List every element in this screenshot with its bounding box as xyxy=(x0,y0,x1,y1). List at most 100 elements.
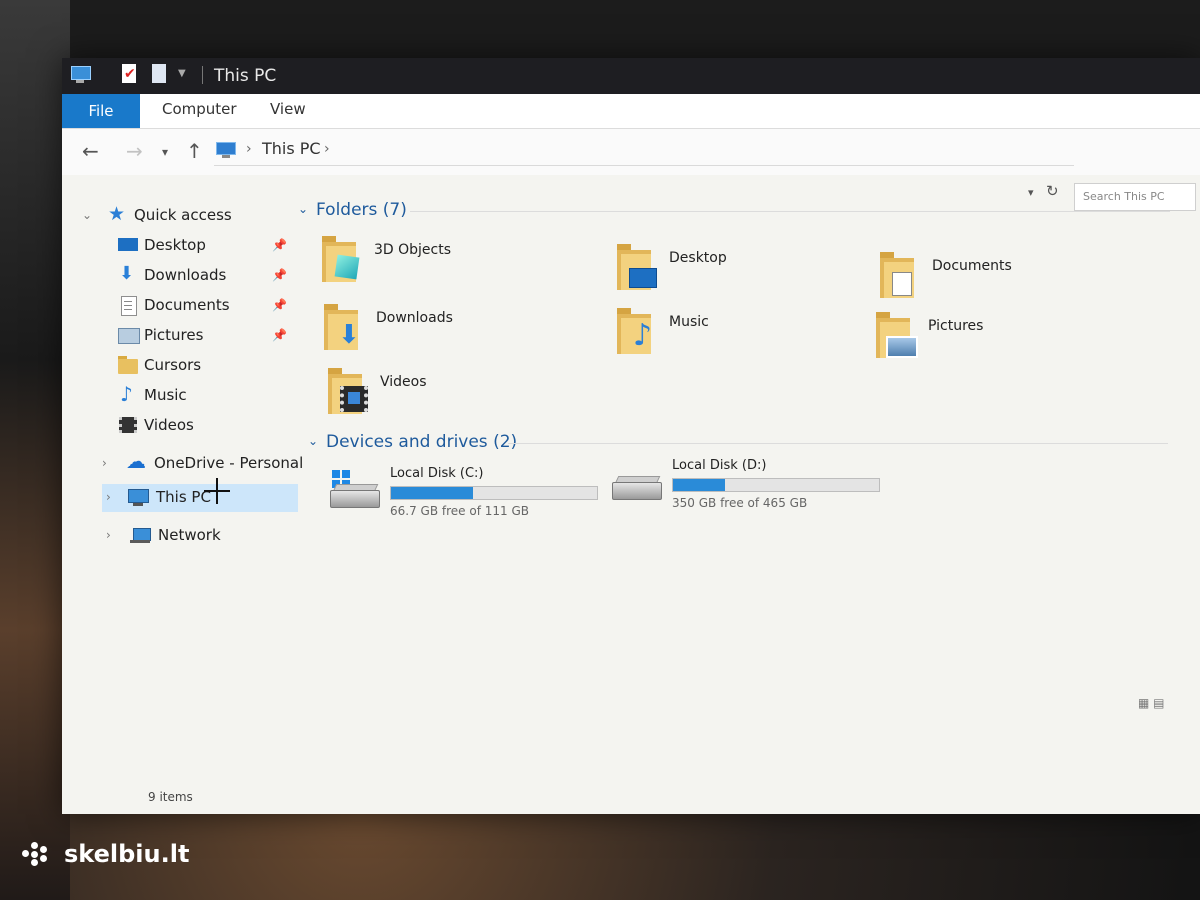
watermark-logo-icon xyxy=(22,842,56,866)
sidebar-item-label: Downloads xyxy=(144,266,227,284)
drive-tile-c[interactable]: Local Disk (C:) 66.7 GB free of 111 GB xyxy=(330,466,600,526)
content-pane: ⌄ Folders (7) 3D Objects Desktop Documen… xyxy=(292,188,1192,788)
drive-free-space: 66.7 GB free of 111 GB xyxy=(390,504,529,518)
drives-group-header[interactable]: ⌄ Devices and drives (2) xyxy=(308,432,1188,456)
videos-folder-icon xyxy=(328,366,368,416)
folder-tile-music[interactable]: ♪ Music xyxy=(617,306,857,366)
sidebar-item-label: Music xyxy=(144,386,187,404)
sidebar-item-music[interactable]: Music xyxy=(102,382,302,410)
folders-group-header[interactable]: ⌄ Folders (7) xyxy=(298,200,1178,224)
network-icon xyxy=(130,526,151,544)
music-icon xyxy=(118,382,138,406)
sidebar-item-label: Cursors xyxy=(144,356,202,374)
watermark-text: skelbiu.lt xyxy=(64,840,190,868)
sidebar-item-label: OneDrive - Personal xyxy=(154,454,304,472)
sidebar-item-this-pc[interactable]: › This PC xyxy=(102,484,298,512)
folder-label: Documents xyxy=(932,258,1012,274)
item-count: 9 items xyxy=(148,790,193,804)
sidebar-item-label: Documents xyxy=(144,296,230,314)
sidebar-item-desktop[interactable]: Desktop 📌 xyxy=(102,232,302,260)
desktop-folder-icon xyxy=(617,242,657,292)
videos-icon xyxy=(118,416,138,434)
folder-tile-documents[interactable]: Documents xyxy=(880,250,1120,310)
pin-icon[interactable]: 📌 xyxy=(272,268,287,282)
drive-name: Local Disk (C:) xyxy=(390,466,484,481)
folder-label: 3D Objects xyxy=(374,242,452,258)
title-separator xyxy=(202,66,203,84)
file-explorer-window: ✔ ▼ This PC File Computer View ← → ▾ ↑ ›… xyxy=(62,58,1200,814)
folder-label: Videos xyxy=(380,374,427,390)
expand-chevron-icon[interactable]: › xyxy=(102,456,107,470)
drive-usage-bar xyxy=(390,486,598,500)
ribbon: File Computer View xyxy=(62,94,1200,129)
address-pc-icon xyxy=(216,142,236,158)
sidebar-item-onedrive[interactable]: › OneDrive - Personal xyxy=(102,449,304,478)
folder-label: Pictures xyxy=(928,318,984,334)
3d-objects-icon xyxy=(322,234,360,284)
documents-icon xyxy=(118,296,138,316)
sidebar-item-quick-access[interactable]: ⌄ Quick access xyxy=(82,202,302,230)
up-arrow-icon[interactable]: ↑ xyxy=(186,139,203,163)
folder-tile-3d-objects[interactable]: 3D Objects xyxy=(322,234,562,294)
sidebar-item-videos[interactable]: Videos xyxy=(102,412,302,440)
pin-icon[interactable]: 📌 xyxy=(272,298,287,312)
customize-toolbar-chevron-icon[interactable]: ▼ xyxy=(178,68,186,79)
mouse-crosshair-cursor xyxy=(204,478,230,504)
this-pc-icon xyxy=(70,64,91,84)
folder-tile-downloads[interactable]: ⬇ Downloads xyxy=(324,302,564,362)
folder-tile-desktop[interactable]: Desktop xyxy=(617,242,857,302)
folder-tile-pictures[interactable]: Pictures xyxy=(876,310,1116,370)
drive-usage-fill xyxy=(391,487,474,499)
tab-file[interactable]: File xyxy=(62,94,140,128)
drive-free-space: 350 GB free of 465 GB xyxy=(672,496,808,510)
address-chevron-icon[interactable]: › xyxy=(324,141,330,157)
downloads-folder-icon: ⬇ xyxy=(324,302,360,352)
folder-icon xyxy=(118,356,138,374)
folder-tile-videos[interactable]: Videos xyxy=(328,366,568,426)
collapse-chevron-icon[interactable]: ⌄ xyxy=(308,434,318,448)
drive-name: Local Disk (D:) xyxy=(672,458,767,473)
sidebar-item-label: This PC xyxy=(156,488,211,506)
forward-arrow-icon[interactable]: → xyxy=(126,139,143,163)
collapse-chevron-icon[interactable]: ⌄ xyxy=(82,208,92,222)
monitor-bezel-left xyxy=(0,0,70,900)
sidebar-item-label: Desktop xyxy=(144,236,206,254)
monitor-bezel-top xyxy=(0,0,1200,62)
pin-icon[interactable]: 📌 xyxy=(272,238,287,252)
tab-view[interactable]: View xyxy=(270,100,306,118)
tab-computer[interactable]: Computer xyxy=(162,100,237,118)
drive-usage-fill xyxy=(673,479,725,491)
window-title: This PC xyxy=(214,66,277,86)
navigation-pane: ⌄ Quick access Desktop 📌 Downloads 📌 Doc… xyxy=(62,188,304,788)
expand-chevron-icon[interactable]: › xyxy=(106,528,111,542)
view-toggle-icons[interactable]: ▦ ▤ xyxy=(1138,696,1165,710)
downloads-icon xyxy=(118,263,138,284)
pictures-icon xyxy=(118,326,140,344)
address-chevron-icon[interactable]: › xyxy=(246,141,252,157)
collapse-chevron-icon[interactable]: ⌄ xyxy=(298,202,308,216)
group-title: Devices and drives (2) xyxy=(326,432,518,452)
sidebar-item-network[interactable]: › Network xyxy=(102,522,302,550)
new-folder-icon[interactable] xyxy=(150,64,170,84)
onedrive-cloud-icon xyxy=(126,449,146,473)
desktop-icon xyxy=(118,236,138,254)
properties-icon[interactable]: ✔ xyxy=(120,64,140,84)
breadcrumb[interactable]: This PC xyxy=(262,139,321,158)
sidebar-item-pictures[interactable]: Pictures 📌 xyxy=(102,322,302,350)
expand-chevron-icon[interactable]: › xyxy=(106,490,111,504)
sidebar-item-label: Videos xyxy=(144,416,194,434)
pin-icon[interactable]: 📌 xyxy=(272,328,287,342)
hard-drive-icon xyxy=(612,472,662,502)
back-arrow-icon[interactable]: ← xyxy=(82,139,99,163)
address-row: ← → ▾ ↑ › This PC › xyxy=(62,129,1200,175)
folder-label: Downloads xyxy=(376,310,453,326)
sidebar-item-label: Pictures xyxy=(144,326,204,344)
sidebar-item-downloads[interactable]: Downloads 📌 xyxy=(102,262,302,290)
recent-locations-chevron-icon[interactable]: ▾ xyxy=(162,145,168,159)
sidebar-item-documents[interactable]: Documents 📌 xyxy=(102,292,302,320)
drive-tile-d[interactable]: Local Disk (D:) 350 GB free of 465 GB xyxy=(612,458,882,518)
sidebar-item-cursors[interactable]: Cursors xyxy=(102,352,302,380)
address-bar[interactable]: › This PC › xyxy=(214,137,1074,166)
star-icon xyxy=(108,203,128,225)
drive-usage-bar xyxy=(672,478,880,492)
